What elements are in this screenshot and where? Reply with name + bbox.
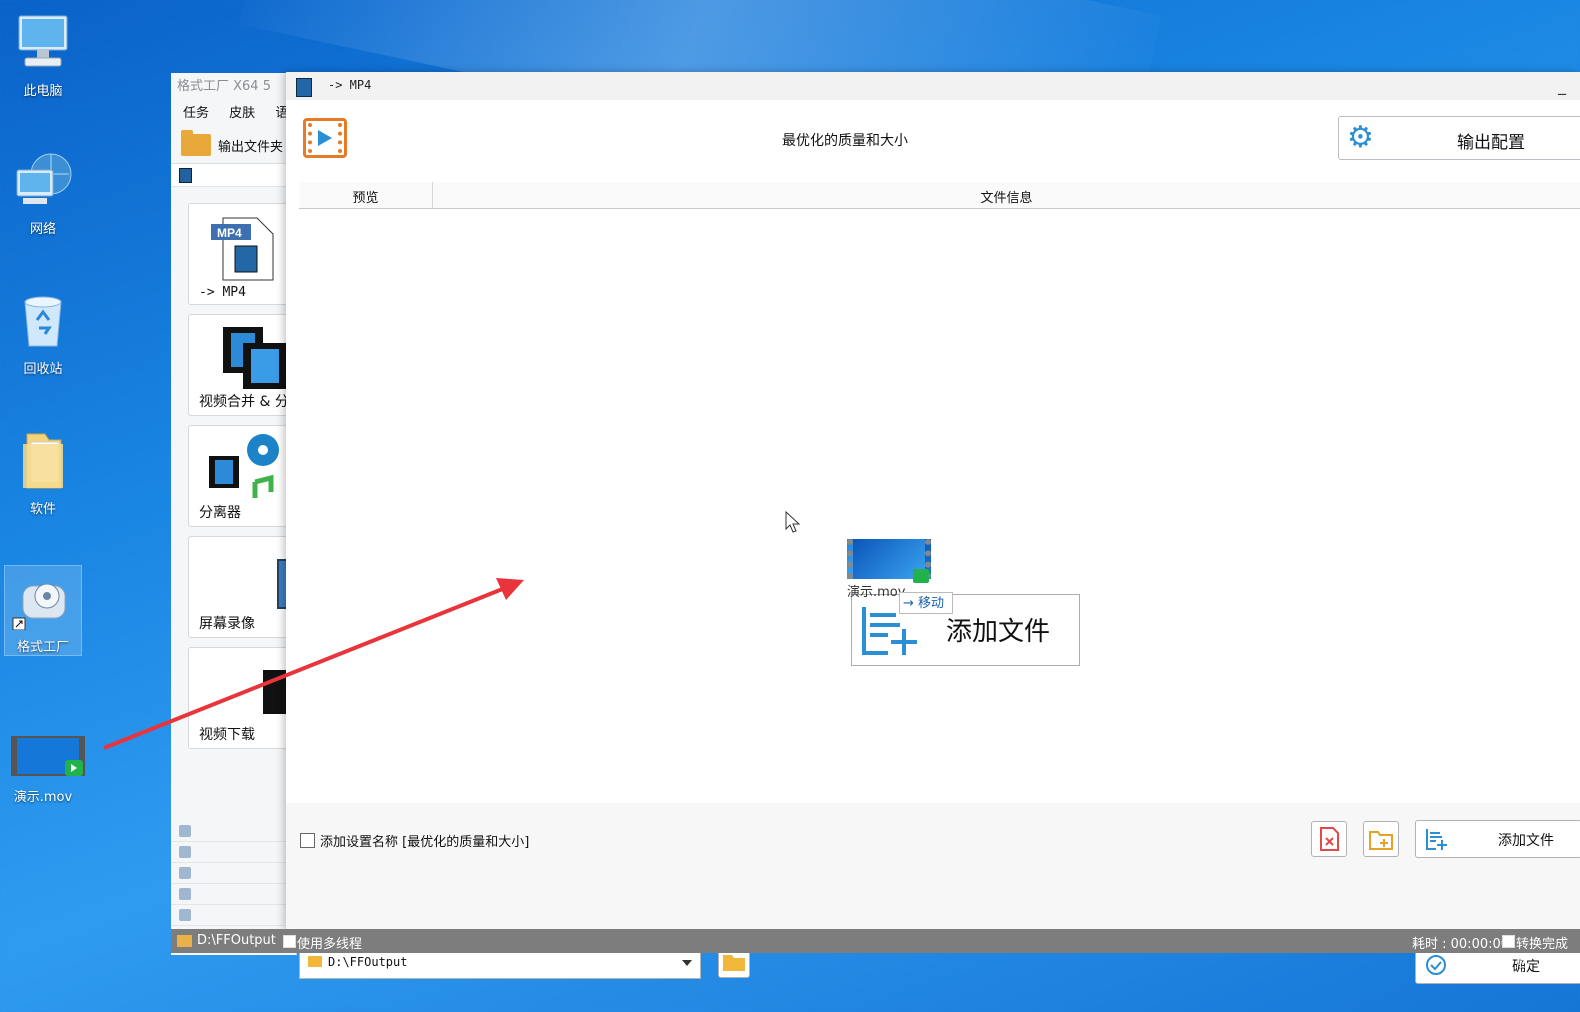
rom-category[interactable] — [171, 884, 296, 905]
multithread-checkbox[interactable] — [283, 935, 296, 948]
menu-bar: 任务 皮肤 语言 — [171, 101, 296, 127]
video-category-header[interactable] — [171, 164, 296, 187]
folder-icon — [11, 428, 75, 492]
after-convert-label: 转换完成后 — [1516, 937, 1569, 971]
elapsed-time: 耗时 : 00:00:00 — [1412, 937, 1510, 952]
format-factory-icon — [11, 566, 75, 631]
remove-file-button[interactable] — [1311, 821, 1347, 857]
recycle-bin-icon — [11, 288, 75, 352]
add-file-center-button[interactable]: 添加文件 — [851, 594, 1080, 666]
output-path-value: D:\FFOutput — [328, 955, 408, 969]
output-folder-label: 输出文件夹 — [218, 139, 284, 155]
dialog-title: -> MP4 — [328, 78, 372, 92]
music-note-icon — [179, 825, 191, 837]
document-category[interactable] — [171, 863, 296, 884]
column-file-info[interactable]: 文件信息 — [433, 187, 1580, 206]
after-convert-checkbox[interactable] — [1502, 935, 1515, 948]
image-category[interactable] — [171, 842, 296, 863]
category-label: 屏幕录像 — [199, 616, 255, 632]
menu-item-skin[interactable]: 皮肤 — [229, 106, 255, 121]
desktop-icon-label: 回收站 — [23, 362, 63, 377]
mouse-cursor-icon — [785, 511, 801, 533]
folder-icon — [308, 956, 322, 967]
desktop-icon-label: 网络 — [29, 222, 56, 237]
desktop-icon-format-factory[interactable]: 格式工厂 — [4, 565, 82, 656]
add-folder-icon — [1369, 831, 1393, 850]
desktop-icon-label: 此电脑 — [23, 84, 63, 99]
category-list — [171, 821, 296, 926]
output-config-label: 输出配置 — [1457, 133, 1525, 153]
window-title: 格式工厂 X64 5 — [177, 79, 271, 94]
category-label: -> MP4 — [199, 285, 246, 300]
folder-icon — [177, 935, 192, 947]
minimize-button[interactable]: _ — [1558, 76, 1566, 95]
desktop-icon-label: 演示.mov — [13, 790, 73, 805]
category-label: 视频下载 — [199, 727, 255, 743]
video-file-icon — [11, 736, 85, 780]
category-video-download[interactable]: 视频下载 — [188, 647, 300, 749]
splitter-icon — [209, 434, 279, 498]
add-preset-name-label: 添加设置名称 [最优化的质量和大小] — [320, 835, 530, 850]
category-label: 分离器 — [199, 505, 241, 521]
picture-icon — [179, 846, 191, 858]
film-stack-icon — [223, 327, 287, 389]
add-file-center-label: 添加文件 — [946, 617, 1051, 647]
desktop-icon-this-pc[interactable]: 此电脑 — [1, 10, 85, 99]
menu-item-task[interactable]: 任务 — [183, 106, 209, 121]
remove-file-icon — [1320, 827, 1339, 851]
desktop-icon-software-folder[interactable]: 软件 — [1, 428, 85, 517]
add-file-button[interactable]: 添加文件 — [1415, 820, 1580, 858]
gear-icon: ⚙ — [1347, 120, 1374, 155]
category-label: 视频合并 & 分割 — [199, 394, 300, 410]
document-icon — [179, 867, 191, 879]
tools-icon — [179, 909, 191, 921]
category-video-merge[interactable]: 视频合并 & 分割 — [188, 314, 300, 416]
add-folder-button[interactable] — [1363, 821, 1399, 857]
video-thumbnail-icon — [847, 539, 931, 583]
category-screen-record[interactable]: 屏幕录像 — [188, 536, 300, 638]
chevron-down-icon — [682, 960, 692, 966]
film-icon — [296, 78, 312, 97]
convert-to-mp4-dialog: -> MP4 _ 最优化的质量和大小 ⚙ 输出配置 预览 文件信息 添加文件 演… — [286, 72, 1580, 984]
disc-icon — [179, 888, 191, 900]
play-badge-icon — [913, 569, 929, 583]
dialog-title-bar: -> MP4 _ — [286, 72, 1580, 100]
status-output-path[interactable]: D:\FFOutput — [197, 933, 276, 948]
check-circle-icon — [1426, 955, 1446, 975]
dragged-file-ghost: 演示.mov — [847, 539, 931, 600]
dialog-footer: 添加设置名称 [最优化的质量和大小] 添加文件 D:\FFOutput 确定 — [286, 803, 1580, 984]
desktop-icon-label: 软件 — [29, 502, 56, 517]
add-preset-name-checkbox[interactable] — [300, 833, 315, 848]
category-splitter[interactable]: 分离器 — [188, 425, 300, 527]
desktop-icon-recycle-bin[interactable]: 回收站 — [1, 288, 85, 377]
dialog-header: 最优化的质量和大小 ⚙ 输出配置 — [286, 100, 1580, 178]
network-icon — [11, 148, 75, 212]
audio-category[interactable] — [171, 821, 296, 842]
output-config-button[interactable]: ⚙ 输出配置 — [1338, 116, 1580, 160]
multithread-label: 使用多线程 — [297, 937, 363, 952]
preset-name: 最优化的质量和大小 — [782, 133, 908, 149]
file-drop-area[interactable]: 添加文件 演示.mov → 移动 — [299, 209, 1580, 803]
tools-category[interactable] — [171, 905, 296, 926]
status-bar: D:\FFOutput 使用多线程 耗时 : 00:00:00 转换完成后 — [171, 929, 1580, 971]
svg-text:MP4: MP4 — [217, 226, 242, 240]
drag-move-tooltip: → 移动 — [899, 592, 953, 614]
film-icon — [179, 168, 192, 183]
desktop-icon-demo-mov[interactable]: 演示.mov — [1, 736, 85, 805]
desktop-icon-network[interactable]: 网络 — [1, 148, 85, 237]
computer-icon — [11, 10, 75, 74]
format-factory-main-window: 格式工厂 X64 5 任务 皮肤 语言 输出文件夹 MP4 -> MP4 视频合… — [171, 73, 300, 955]
output-folder-icon — [181, 130, 211, 156]
mp4-file-icon: MP4 — [211, 217, 274, 281]
desktop-icon-label: 格式工厂 — [16, 640, 69, 655]
file-list-header: 预览 文件信息 — [299, 182, 1580, 209]
category-to-mp4[interactable]: MP4 -> MP4 — [188, 203, 300, 305]
add-file-label: 添加文件 — [1498, 833, 1554, 849]
column-preview[interactable]: 预览 — [299, 187, 432, 206]
output-folder-button[interactable]: 输出文件夹 — [171, 127, 296, 164]
add-file-icon — [1426, 829, 1447, 850]
